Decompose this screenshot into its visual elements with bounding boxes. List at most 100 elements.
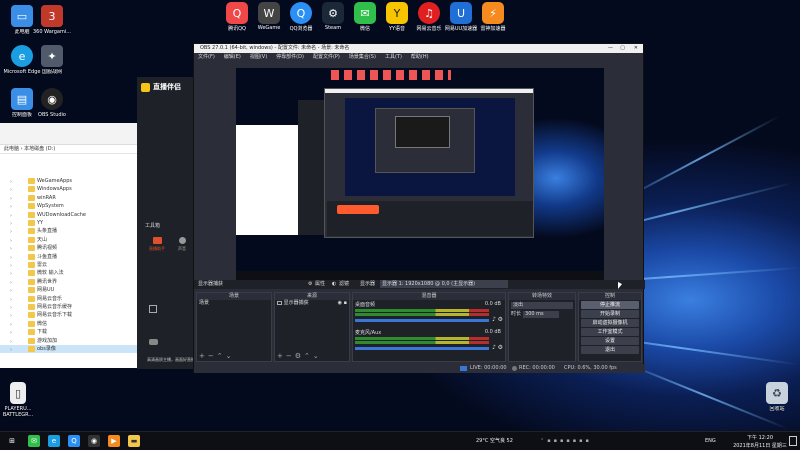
gear-icon[interactable]: ⚙: [498, 344, 503, 351]
volume-slider[interactable]: [355, 319, 489, 322]
transition-select[interactable]: 淡出: [511, 302, 573, 309]
filters-button[interactable]: 滤镜: [339, 280, 349, 289]
expand-chevron-icon[interactable]: ›: [10, 346, 12, 354]
exit-button[interactable]: 退出: [581, 346, 639, 354]
gamepad-icon[interactable]: [149, 339, 158, 345]
desktop-icon-obs[interactable]: ◉ OBS Studio: [30, 88, 74, 118]
desktop-icon-file[interactable]: ▯ PLAYERU... BATTLEGR...: [0, 382, 40, 418]
desktop-icon-wechat[interactable]: ✉ 微信: [348, 2, 382, 32]
desktop-icon-recycle-bin[interactable]: ♻ 回收站: [755, 382, 799, 412]
folder-row[interactable]: › 游戏加加: [0, 337, 140, 345]
menu-view[interactable]: 视图(V): [250, 53, 267, 62]
qq-browser-taskbar-icon[interactable]: Q: [68, 435, 80, 447]
minimize-icon[interactable]: —: [608, 44, 613, 53]
folder-row[interactable]: › 网易云音乐下载: [0, 311, 140, 319]
windows-start-icon[interactable]: ⊞: [6, 435, 18, 447]
remove-icon[interactable]: −: [286, 352, 295, 360]
desktop-icon-qq-browser[interactable]: Q QQ浏览器: [284, 2, 318, 32]
virtual-camera-button[interactable]: 启动虚拟摄像机: [581, 319, 639, 327]
clock[interactable]: 下午 12:20 2021年8月11日 星期三: [730, 432, 790, 450]
chevron-up-icon[interactable]: ⌃: [217, 352, 226, 360]
settings-button[interactable]: 设置: [581, 337, 639, 345]
studio-mode-button[interactable]: 工作室模式: [581, 328, 639, 336]
desktop-icon-uu[interactable]: U 网易UU加速器: [444, 2, 478, 32]
desktop-icon-wegame[interactable]: W WeGame: [252, 2, 286, 31]
add-icon[interactable]: +: [199, 352, 208, 360]
menu-file[interactable]: 文件(F): [198, 53, 215, 62]
file-explorer-window[interactable]: 此电脑 › 本地磁盘 (D:) › WeGameApps › WindowsApps ›…: [0, 123, 140, 368]
display-select[interactable]: 显示器 1: 1920x1080 @ 0,0 (主显示器): [380, 280, 508, 288]
weather-widget[interactable]: 29°C 空气良 52: [476, 432, 513, 450]
start-recording-button[interactable]: 开始录制: [581, 310, 639, 318]
obs-window[interactable]: OBS 27.0.1 (64-bit, windows) - 配置文件: 未命名…: [193, 43, 645, 373]
folder-row[interactable]: › 雷云: [0, 261, 140, 269]
folder-row[interactable]: › 微软 输入法: [0, 269, 140, 277]
obs-preview-canvas[interactable]: [236, 68, 604, 280]
chevron-down-icon[interactable]: ⌄: [313, 352, 322, 360]
folder-row[interactable]: › 网易云音乐: [0, 295, 140, 303]
volume-slider[interactable]: [355, 347, 489, 350]
live-companion-app[interactable]: 直播伴侣 工具箱 直播助手 声音 高清画质主播，画面好直播: [137, 77, 197, 369]
folder-row[interactable]: › 网易云音乐缓存: [0, 303, 140, 311]
desktop-icon-leishen[interactable]: ⚡ 雷神加速器: [476, 2, 510, 32]
obs-titlebar[interactable]: OBS 27.0.1 (64-bit, windows) - 配置文件: 未命名…: [194, 44, 643, 53]
wechat-taskbar-icon[interactable]: ✉: [28, 435, 40, 447]
menu-help[interactable]: 帮助(H): [411, 53, 429, 62]
audio-item[interactable]: 声音: [171, 237, 193, 252]
add-icon[interactable]: +: [277, 352, 286, 360]
edge-taskbar-icon[interactable]: e: [48, 435, 60, 447]
folder-row[interactable]: › YY: [0, 219, 140, 227]
close-icon[interactable]: ✕: [634, 44, 638, 53]
eye-icon[interactable]: ◉: [338, 300, 342, 307]
menu-tools[interactable]: 工具(T): [385, 53, 402, 62]
live-assistant-item[interactable]: 直播助手: [145, 237, 169, 252]
menu-profile[interactable]: 配置文件(P): [313, 53, 340, 62]
gear-icon[interactable]: ⚙: [308, 280, 312, 289]
folder-row[interactable]: › 下载: [0, 328, 140, 336]
ime-indicator[interactable]: ENG: [705, 432, 716, 450]
chevron-down-icon[interactable]: ⌄: [226, 352, 235, 360]
explorer-breadcrumb[interactable]: 此电脑 › 本地磁盘 (D:): [0, 145, 140, 154]
desktop-icon-netease-music[interactable]: ♫ 网易云音乐: [412, 2, 446, 32]
folder-row[interactable]: › winRAR: [0, 194, 140, 202]
folder-row[interactable]: › 网易UU: [0, 286, 140, 294]
speaker-icon[interactable]: ♪: [492, 316, 496, 323]
duration-input[interactable]: 300 ms: [523, 311, 560, 318]
remove-icon[interactable]: −: [208, 352, 217, 360]
desktop-icon-yy[interactable]: Y YY语音: [380, 2, 414, 32]
stop-streaming-button[interactable]: 停止推流: [581, 301, 639, 309]
source-item[interactable]: 显示器捕获 ◉ ▪: [275, 300, 349, 307]
gear-icon[interactable]: ⚙: [295, 352, 304, 360]
explorer-taskbar-icon[interactable]: ▬: [128, 435, 140, 447]
folder-row[interactable]: › 腾讯视频: [0, 244, 140, 252]
folder-row[interactable]: › 微信: [0, 320, 140, 328]
chevron-up-icon[interactable]: ⌃: [304, 352, 313, 360]
download-icon[interactable]: [149, 305, 157, 313]
maximize-icon[interactable]: ▢: [620, 44, 625, 53]
folder-row[interactable]: › WeGameApps: [0, 177, 140, 185]
folder-row[interactable]: › WUDownloadCache: [0, 211, 140, 219]
folder-row[interactable]: › obs录像: [0, 345, 140, 353]
menu-edit[interactable]: 编辑(E): [224, 53, 241, 62]
folder-row[interactable]: › WindowsApps: [0, 185, 140, 193]
properties-button[interactable]: 属性: [315, 280, 325, 289]
live-app-taskbar-icon[interactable]: ▶: [108, 435, 120, 447]
folder-row[interactable]: › 腾讯世界: [0, 278, 140, 286]
lock-icon[interactable]: ▪: [344, 300, 347, 307]
menu-scene-collection[interactable]: 场景集合(S): [349, 53, 376, 62]
desktop-icon-360[interactable]: 3 360 Wargami...: [30, 5, 74, 35]
gear-icon[interactable]: ⚙: [498, 316, 503, 323]
desktop-icon-steam[interactable]: ⚙ Steam: [316, 2, 350, 31]
folder-row[interactable]: › 斗鱼直播: [0, 253, 140, 261]
scene-item[interactable]: 场景: [197, 300, 271, 307]
speaker-icon[interactable]: ♪: [492, 344, 496, 351]
obs-taskbar-icon[interactable]: ◉: [88, 435, 100, 447]
desktop-icon-qq[interactable]: Q 腾讯QQ: [220, 2, 254, 32]
filter-icon[interactable]: ◐: [332, 280, 336, 289]
menu-docks[interactable]: 停靠部件(D): [276, 53, 304, 62]
folder-row[interactable]: › WpSystem: [0, 202, 140, 210]
desktop-icon-battlenet[interactable]: ✦ 国服战网: [30, 45, 74, 75]
folder-row[interactable]: › 头条直播: [0, 227, 140, 235]
notification-icon[interactable]: [789, 436, 797, 446]
folder-row[interactable]: › 天山: [0, 236, 140, 244]
